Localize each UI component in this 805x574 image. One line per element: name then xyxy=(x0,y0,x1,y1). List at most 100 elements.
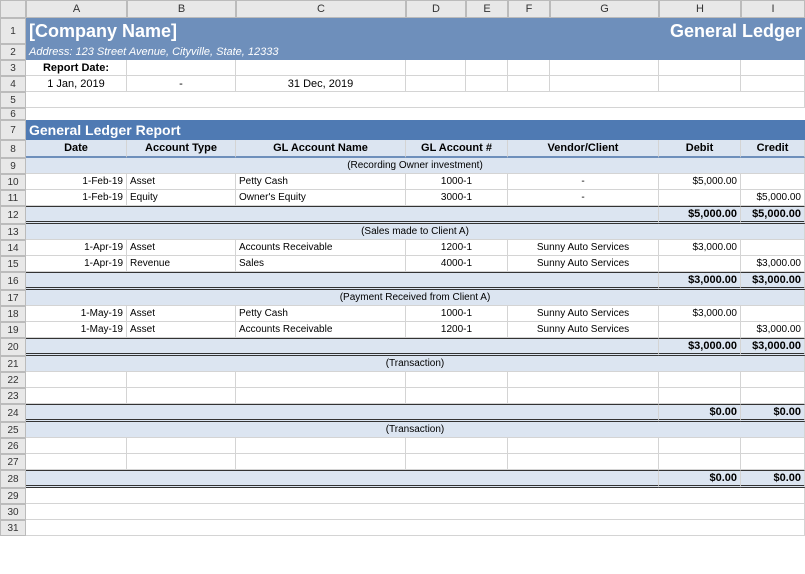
data-num-3-1[interactable] xyxy=(406,388,508,404)
cell-f4[interactable] xyxy=(508,76,550,92)
data-date-2-0[interactable]: 1-May-19 xyxy=(26,306,127,322)
data-name-0-1[interactable]: Owner's Equity xyxy=(236,190,406,206)
data-num-0-1[interactable]: 3000-1 xyxy=(406,190,508,206)
row-header-15[interactable]: 15 xyxy=(0,256,26,272)
data-date-4-1[interactable] xyxy=(26,454,127,470)
row-header-9[interactable]: 9 xyxy=(0,158,26,174)
col-credit[interactable]: Credit xyxy=(741,140,805,158)
col-header-i[interactable]: I xyxy=(741,0,805,18)
data-num-1-0[interactable]: 1200-1 xyxy=(406,240,508,256)
col-date[interactable]: Date xyxy=(26,140,127,158)
date-from[interactable]: 1 Jan, 2019 xyxy=(26,76,127,92)
col-debit[interactable]: Debit xyxy=(659,140,741,158)
data-name-4-1[interactable] xyxy=(236,454,406,470)
data-debit-2-0[interactable]: $3,000.00 xyxy=(659,306,741,322)
col-header-g[interactable]: G xyxy=(550,0,659,18)
data-credit-4-0[interactable] xyxy=(741,438,805,454)
data-date-1-1[interactable]: 1-Apr-19 xyxy=(26,256,127,272)
row-header-12[interactable]: 12 xyxy=(0,206,26,224)
subtotal-debit-0[interactable]: $5,000.00 xyxy=(659,206,741,224)
data-type-0-1[interactable]: Equity xyxy=(127,190,236,206)
date-to[interactable]: 31 Dec, 2019 xyxy=(236,76,406,92)
data-name-2-1[interactable]: Accounts Receivable xyxy=(236,322,406,338)
cell-row5[interactable] xyxy=(26,92,805,108)
data-name-3-1[interactable] xyxy=(236,388,406,404)
row-header-6[interactable]: 6 xyxy=(0,108,26,120)
cell-row6[interactable] xyxy=(26,108,805,120)
data-debit-0-0[interactable]: $5,000.00 xyxy=(659,174,741,190)
cell-e3[interactable] xyxy=(466,60,508,76)
data-date-4-0[interactable] xyxy=(26,438,127,454)
cell-d3[interactable] xyxy=(406,60,466,76)
col-name[interactable]: GL Account Name xyxy=(236,140,406,158)
data-vendor-4-1[interactable] xyxy=(508,454,659,470)
data-date-0-1[interactable]: 1-Feb-19 xyxy=(26,190,127,206)
data-type-3-0[interactable] xyxy=(127,372,236,388)
data-num-2-1[interactable]: 1200-1 xyxy=(406,322,508,338)
group-caption-1[interactable]: (Sales made to Client A) xyxy=(26,224,805,240)
data-credit-3-0[interactable] xyxy=(741,372,805,388)
data-name-4-0[interactable] xyxy=(236,438,406,454)
row-header-1[interactable]: 1 xyxy=(0,18,26,44)
cell-row30[interactable] xyxy=(26,504,805,520)
section-title[interactable]: General Ledger Report xyxy=(26,120,805,140)
row-header-3[interactable]: 3 xyxy=(0,60,26,76)
data-type-2-0[interactable]: Asset xyxy=(127,306,236,322)
data-num-0-0[interactable]: 1000-1 xyxy=(406,174,508,190)
cell-b3[interactable] xyxy=(127,60,236,76)
subtotal-blank-2[interactable] xyxy=(26,338,659,356)
subtotal-credit-1[interactable]: $3,000.00 xyxy=(741,272,805,290)
data-type-4-0[interactable] xyxy=(127,438,236,454)
data-credit-0-1[interactable]: $5,000.00 xyxy=(741,190,805,206)
col-type[interactable]: Account Type xyxy=(127,140,236,158)
company-address[interactable]: Address: 123 Street Avenue, Cityville, S… xyxy=(26,44,805,60)
cell-g4[interactable] xyxy=(550,76,659,92)
subtotal-credit-2[interactable]: $3,000.00 xyxy=(741,338,805,356)
cell-i3[interactable] xyxy=(741,60,805,76)
group-caption-4[interactable]: (Transaction) xyxy=(26,422,805,438)
col-header-c[interactable]: C xyxy=(236,0,406,18)
data-name-1-0[interactable]: Accounts Receivable xyxy=(236,240,406,256)
data-type-2-1[interactable]: Asset xyxy=(127,322,236,338)
row-header-30[interactable]: 30 xyxy=(0,504,26,520)
col-header-h[interactable]: H xyxy=(659,0,741,18)
data-date-3-0[interactable] xyxy=(26,372,127,388)
group-caption-0[interactable]: (Recording Owner investment) xyxy=(26,158,805,174)
data-type-1-0[interactable]: Asset xyxy=(127,240,236,256)
subtotal-blank-3[interactable] xyxy=(26,404,659,422)
row-header-4[interactable]: 4 xyxy=(0,76,26,92)
report-date-label[interactable]: Report Date: xyxy=(26,60,127,76)
data-vendor-3-0[interactable] xyxy=(508,372,659,388)
cell-h4[interactable] xyxy=(659,76,741,92)
data-credit-0-0[interactable] xyxy=(741,174,805,190)
data-num-4-1[interactable] xyxy=(406,454,508,470)
subtotal-credit-4[interactable]: $0.00 xyxy=(741,470,805,488)
row-header-14[interactable]: 14 xyxy=(0,240,26,256)
row-header-26[interactable]: 26 xyxy=(0,438,26,454)
subtotal-debit-2[interactable]: $3,000.00 xyxy=(659,338,741,356)
cell-e4[interactable] xyxy=(466,76,508,92)
data-name-0-0[interactable]: Petty Cash xyxy=(236,174,406,190)
data-vendor-2-1[interactable]: Sunny Auto Services xyxy=(508,322,659,338)
data-date-3-1[interactable] xyxy=(26,388,127,404)
row-header-13[interactable]: 13 xyxy=(0,224,26,240)
data-vendor-1-1[interactable]: Sunny Auto Services xyxy=(508,256,659,272)
cell-c3[interactable] xyxy=(236,60,406,76)
row-header-23[interactable]: 23 xyxy=(0,388,26,404)
subtotal-blank-1[interactable] xyxy=(26,272,659,290)
company-name[interactable]: [Company Name] xyxy=(26,18,466,44)
cell-row29[interactable] xyxy=(26,488,805,504)
group-caption-3[interactable]: (Transaction) xyxy=(26,356,805,372)
data-debit-0-1[interactable] xyxy=(659,190,741,206)
row-header-31[interactable]: 31 xyxy=(0,520,26,536)
data-num-3-0[interactable] xyxy=(406,372,508,388)
cell-row31[interactable] xyxy=(26,520,805,536)
row-header-25[interactable]: 25 xyxy=(0,422,26,438)
data-credit-4-1[interactable] xyxy=(741,454,805,470)
row-header-27[interactable]: 27 xyxy=(0,454,26,470)
data-type-0-0[interactable]: Asset xyxy=(127,174,236,190)
data-vendor-4-0[interactable] xyxy=(508,438,659,454)
data-date-0-0[interactable]: 1-Feb-19 xyxy=(26,174,127,190)
subtotal-credit-0[interactable]: $5,000.00 xyxy=(741,206,805,224)
subtotal-debit-4[interactable]: $0.00 xyxy=(659,470,741,488)
